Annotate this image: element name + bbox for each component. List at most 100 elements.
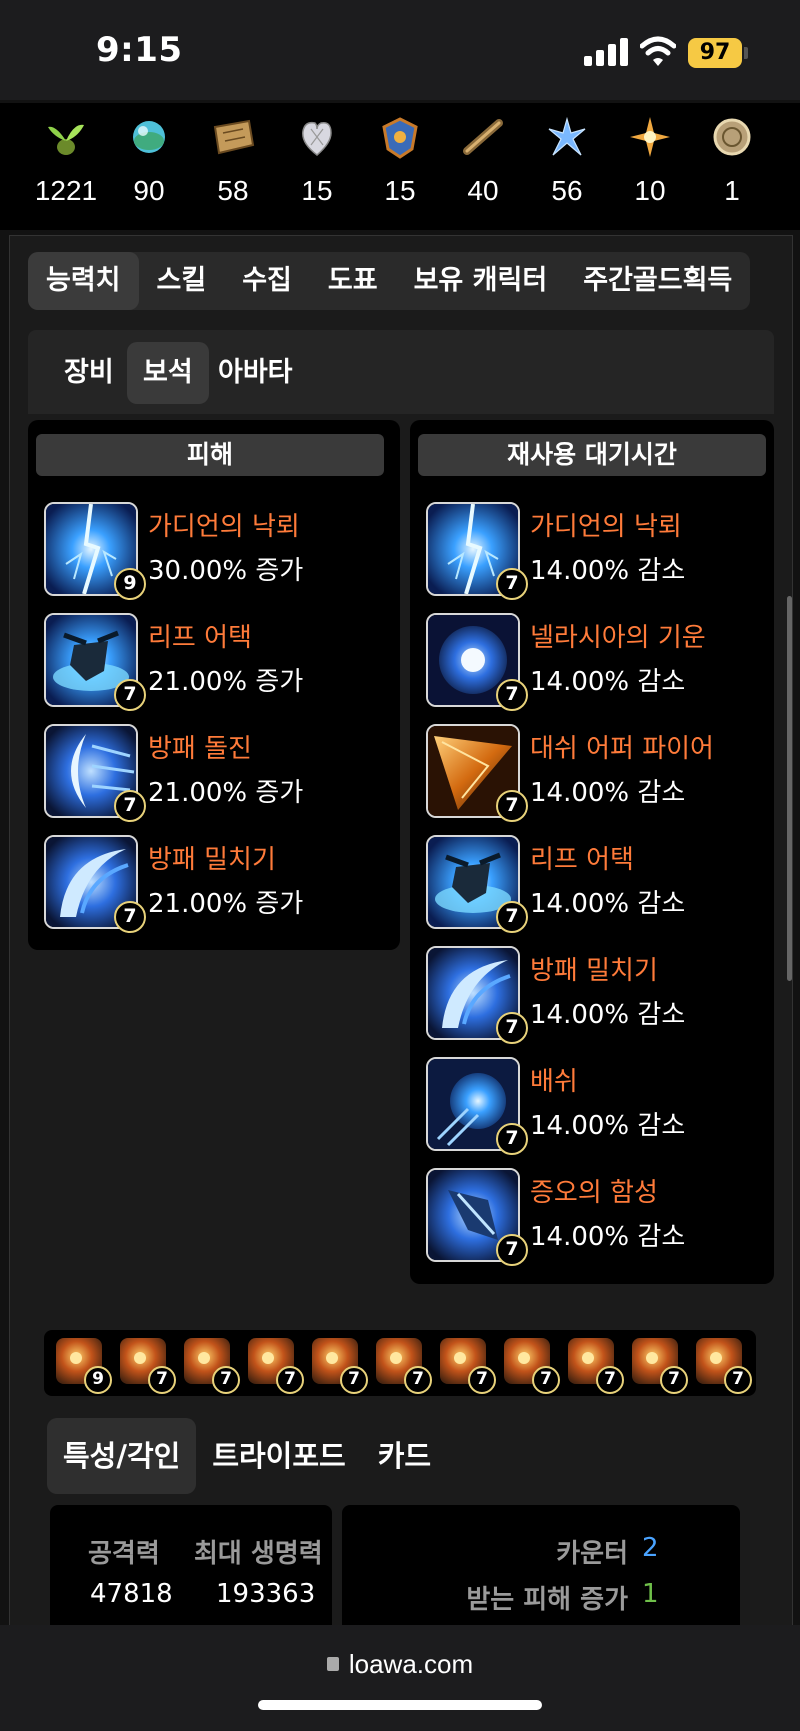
tab-skills[interactable]: 스킬 (139, 252, 225, 310)
resource-item: 58 (193, 115, 273, 207)
resource-item: 10 (610, 115, 690, 207)
max-hp-value: 193363 (216, 1579, 316, 1609)
orb-icon (133, 121, 165, 153)
gem-level: 7 (496, 901, 528, 933)
gem-effect: 14.00% 감소 (530, 889, 686, 919)
subtab-equipment[interactable]: 장비 (48, 342, 130, 404)
resource-value: 10 (634, 175, 666, 206)
gem-skill-name: 방패 밀치기 (530, 956, 658, 986)
basic-stats-box: 공격력 최대 생명력 47818 193363 (50, 1505, 332, 1625)
gem-chip-level: 7 (532, 1366, 560, 1394)
gem-chip-icon[interactable]: 7 (632, 1338, 688, 1394)
gem-chip-level: 7 (724, 1366, 752, 1394)
scrollbar[interactable] (787, 596, 792, 981)
leaf-icon (548, 116, 586, 156)
telescope-icon (463, 119, 503, 155)
url-text: loawa.com (348, 1649, 474, 1679)
attack-value: 47818 (90, 1579, 173, 1609)
resource-item: 15 (277, 115, 357, 207)
gem-skill-name: 가디언의 낙뢰 (148, 512, 300, 542)
url-display[interactable]: loawa.com (0, 1649, 800, 1680)
gem-skill-name: 리프 어택 (148, 623, 252, 653)
cooldown-gems-column: 재사용 대기시간 7 가디언의 낙뢰 14.00% 감소 7 넬라시아의 기운 … (410, 420, 774, 1284)
tab-cards[interactable]: 카드 (362, 1418, 447, 1494)
gem-chip-icon[interactable]: 7 (120, 1338, 176, 1394)
gem-level: 7 (114, 790, 146, 822)
tab-collection[interactable]: 수집 (224, 252, 310, 310)
engraving-label: 받는 피해 증가 (466, 1585, 628, 1615)
gem-effect: 14.00% 감소 (530, 1111, 686, 1141)
gem-effect: 14.00% 감소 (530, 1000, 686, 1030)
gems-area: 피해 9 가디언의 낙뢰 30.00% 증가 7 리프 어택 21.00% 증가 (28, 414, 774, 1288)
gem-summary-strip: 9 7 7 7 7 7 7 7 7 7 7 (44, 1330, 756, 1396)
gem-level: 7 (496, 1234, 528, 1266)
gem-effect: 21.00% 증가 (148, 667, 304, 697)
tab-chart[interactable]: 도표 (310, 252, 396, 310)
resource-value: 56 (551, 175, 583, 206)
gem-chip-icon[interactable]: 9 (56, 1338, 112, 1394)
subtab-gems[interactable]: 보석 (127, 342, 209, 404)
status-time: 9:15 (96, 30, 183, 70)
gem-level: 7 (496, 1012, 528, 1044)
attack-label: 공격력 (88, 1539, 160, 1569)
gem-chip-level: 7 (468, 1366, 496, 1394)
resource-value: 1 (724, 175, 740, 206)
gem-chip-icon[interactable]: 7 (504, 1338, 560, 1394)
gem-level: 7 (114, 679, 146, 711)
tab-stats[interactable]: 능력치 (28, 252, 139, 310)
tab-traits-engravings[interactable]: 특성/각인 (47, 1418, 197, 1494)
gem-skill-name: 방패 돌진 (148, 734, 252, 764)
gem-level: 7 (496, 568, 528, 600)
detail-tabs: 특성/각인 트라이포드 카드 (47, 1418, 447, 1494)
battery-tip (744, 47, 748, 59)
gem-effect: 21.00% 증가 (148, 889, 304, 919)
tab-weekly-gold[interactable]: 주간골드획득 (565, 252, 750, 310)
resource-value: 58 (217, 175, 249, 206)
gem-skill-name: 대쉬 어퍼 파이어 (530, 734, 714, 764)
resource-item: 56 (527, 115, 607, 207)
gem-chip-level: 7 (276, 1366, 304, 1394)
crest-icon (382, 117, 418, 159)
gem-effect: 14.00% 감소 (530, 556, 686, 586)
gem-chip-icon[interactable]: 7 (568, 1338, 624, 1394)
gem-effect: 14.00% 감소 (530, 667, 686, 697)
gem-chip-icon[interactable]: 7 (376, 1338, 432, 1394)
cellular-signal-icon (584, 38, 628, 66)
engraving-label: 카운터 (556, 1539, 628, 1569)
gem-skill-name: 방패 밀치기 (148, 845, 276, 875)
gem-effect: 30.00% 증가 (148, 556, 304, 586)
resource-value: 40 (467, 175, 499, 206)
tab-owned-characters[interactable]: 보유 캐릭터 (396, 252, 566, 310)
gem-chip-icon[interactable]: 7 (312, 1338, 368, 1394)
gem-chip-level: 9 (84, 1366, 112, 1394)
gem-skill-name: 리프 어택 (530, 845, 634, 875)
resource-value: 15 (384, 175, 416, 206)
resource-item: 40 (443, 115, 523, 207)
sprout-icon (48, 124, 84, 155)
resource-item: 1 (692, 115, 772, 207)
resource-item: 15 (360, 115, 440, 207)
gem-chip-icon[interactable]: 7 (184, 1338, 240, 1394)
subtab-avatar[interactable]: 아바타 (202, 342, 309, 404)
cooldown-header: 재사용 대기시간 (418, 434, 766, 476)
gem-chip-icon[interactable]: 7 (248, 1338, 304, 1394)
gem-level: 7 (114, 901, 146, 933)
status-bar: 9:15 97 (0, 0, 800, 100)
gem-chip-level: 7 (596, 1366, 624, 1394)
tab-tripods[interactable]: 트라이포드 (196, 1418, 361, 1494)
resource-item: 90 (109, 115, 189, 207)
gem-effect: 21.00% 증가 (148, 778, 304, 808)
gem-skill-name: 넬라시아의 기운 (530, 623, 706, 653)
gem-skill-name: 증오의 함성 (530, 1178, 658, 1208)
lock-icon (326, 1657, 339, 1672)
gem-chip-icon[interactable]: 7 (696, 1338, 752, 1394)
home-indicator[interactable] (258, 1700, 542, 1710)
engraving-level: 1 (642, 1579, 659, 1609)
sub-tabs: 장비 보석 아바타 (28, 330, 774, 414)
coin-icon (713, 118, 751, 156)
gem-skill-name: 가디언의 낙뢰 (530, 512, 682, 542)
gem-chip-level: 7 (660, 1366, 688, 1394)
gem-chip-icon[interactable]: 7 (440, 1338, 496, 1394)
damage-gems-column: 피해 9 가디언의 낙뢰 30.00% 증가 7 리프 어택 21.00% 증가 (28, 420, 400, 950)
browser-address-bar[interactable]: loawa.com (0, 1625, 800, 1731)
